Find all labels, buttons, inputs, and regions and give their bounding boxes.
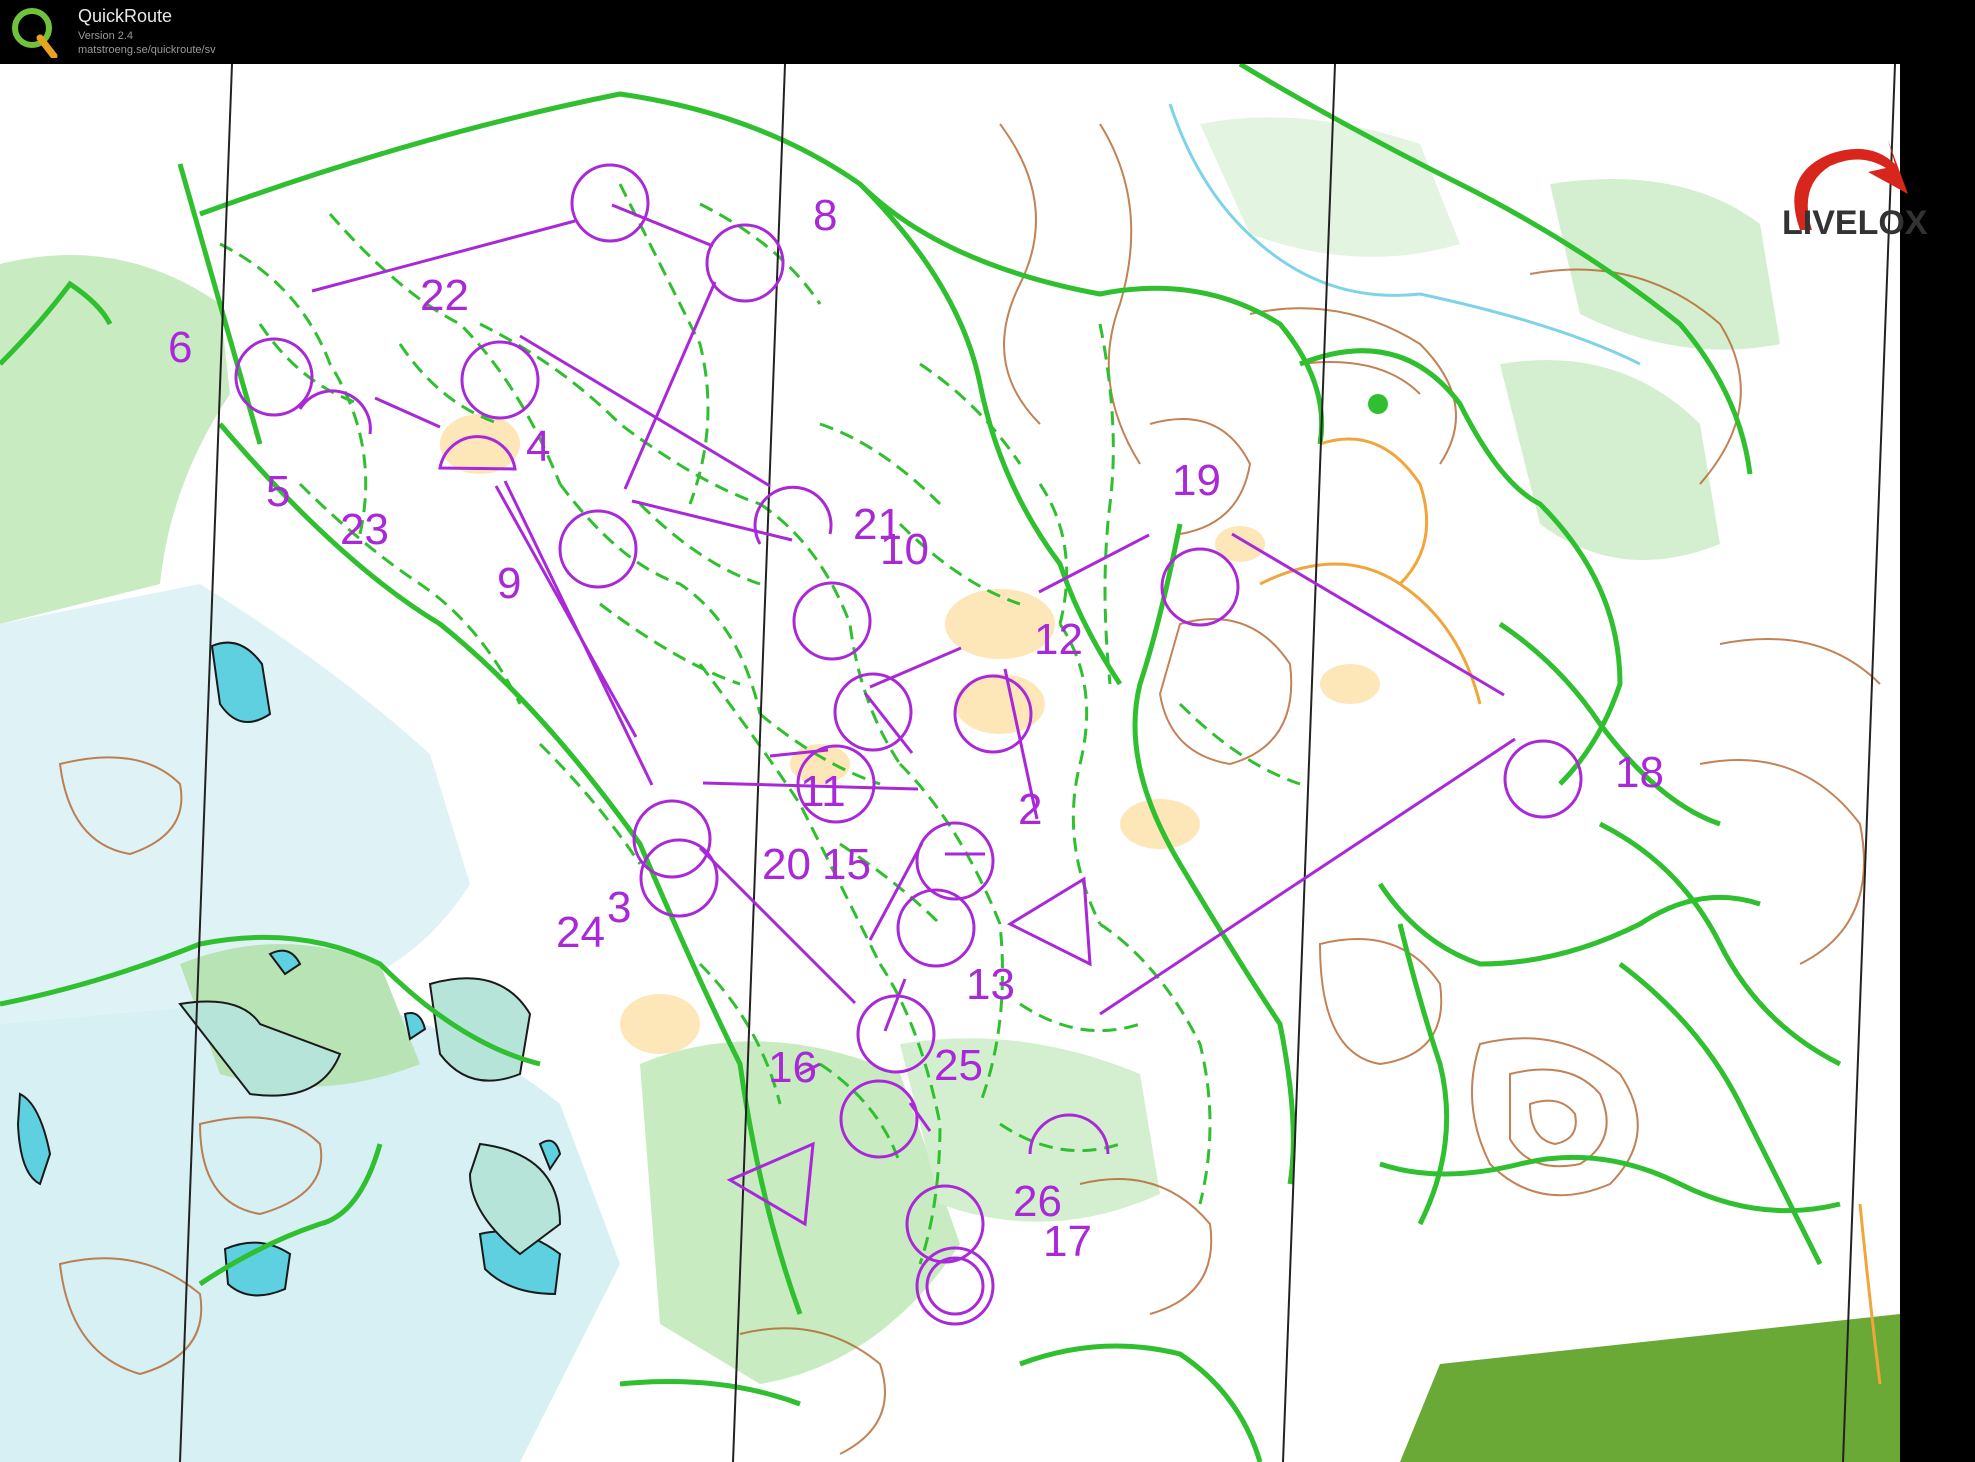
control-number: 11 [800, 767, 846, 816]
app-url: matstroeng.se/quickroute/sv [78, 44, 216, 56]
control-number: 18 [1615, 748, 1664, 797]
control-number: 4 [526, 422, 550, 471]
control-number: 10 [880, 525, 929, 574]
app-version: Version 2.4 [78, 30, 134, 42]
control-number: 24 [556, 908, 605, 957]
title-bar: QuickRoute Version 2.4 matstroeng.se/qui… [0, 0, 1975, 64]
parking-marker-icon [1368, 394, 1388, 414]
orienteering-map[interactable]: 22 8 6 4 5 23 19 21 10 9 12 18 2 11 20 1… [0, 64, 1975, 1462]
outside-map-area [1900, 64, 1975, 1462]
control-number: 6 [168, 323, 192, 372]
control-number: 15 [822, 840, 871, 889]
quickroute-logo-icon [12, 8, 58, 58]
app-title: QuickRoute [78, 6, 173, 26]
control-number: 13 [966, 960, 1015, 1009]
control-number: 5 [266, 467, 290, 516]
control-number: 20 [762, 840, 811, 889]
control-number: 25 [934, 1041, 983, 1090]
control-number: 2 [1018, 785, 1042, 834]
control-number: 8 [813, 191, 837, 240]
control-number: 23 [340, 505, 389, 554]
control-number: 3 [607, 883, 631, 932]
control-number: 12 [1034, 615, 1083, 664]
livelox-wordmark: LIVELOX [1782, 204, 1928, 242]
control-number: 17 [1043, 1217, 1092, 1266]
control-number: 19 [1172, 456, 1221, 505]
control-number: 16 [768, 1043, 817, 1092]
control-number: 9 [497, 559, 521, 608]
control-number: 22 [420, 271, 469, 320]
